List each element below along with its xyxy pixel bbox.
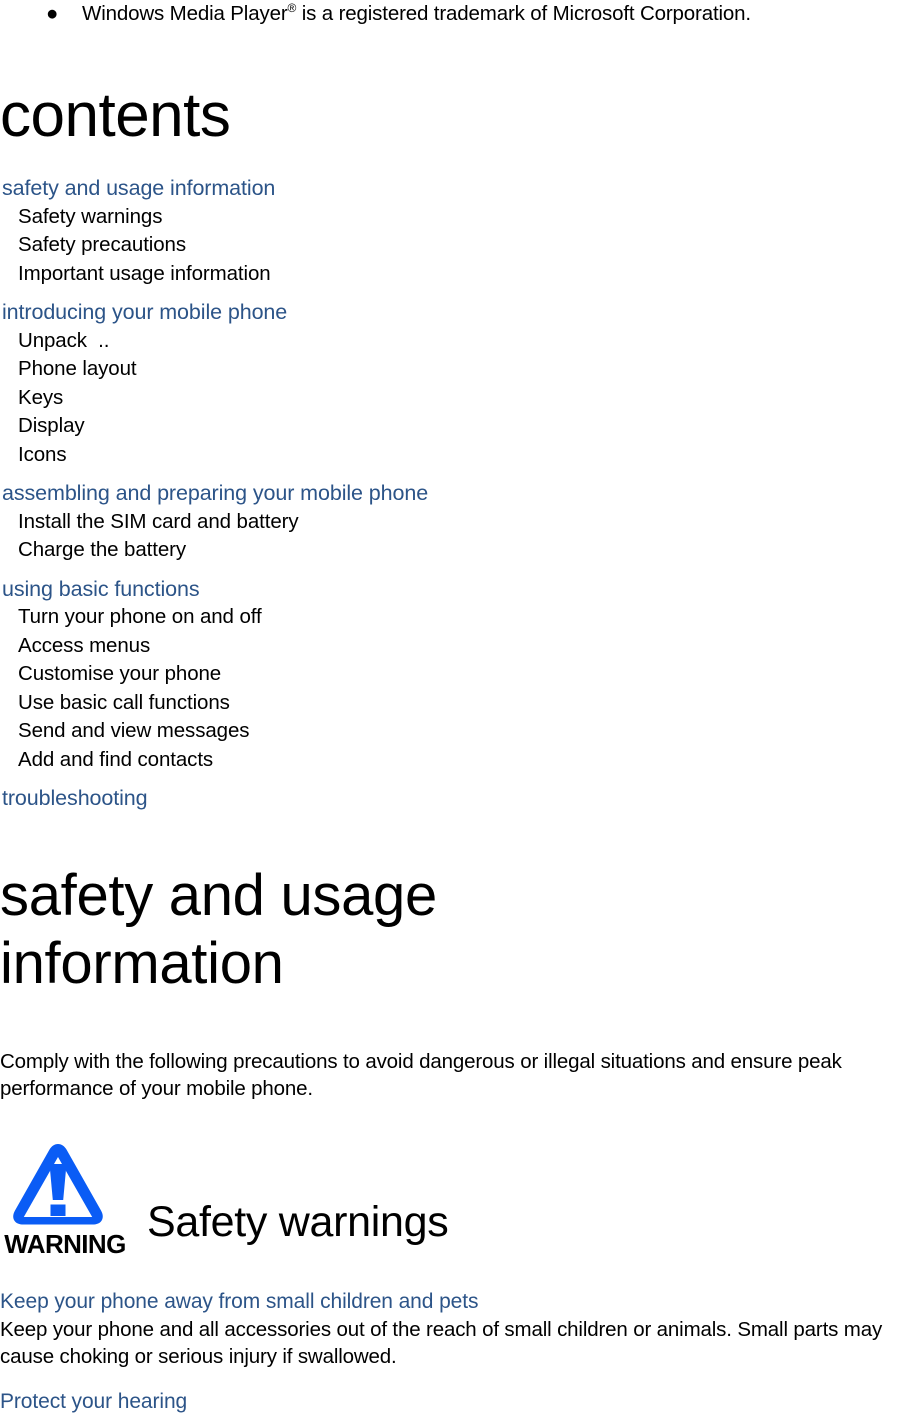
safety-paragraph: Keep your phone and all accessories out … — [0, 1318, 883, 1368]
toc-item-charge-the-battery[interactable]: Charge the battery — [0, 536, 912, 565]
safety-warnings-block: WARNING Safety warnings — [0, 1138, 700, 1268]
toc-heading-assembling-and-preparing-your-mobile-phone[interactable]: assembling and preparing your mobile pho… — [0, 479, 912, 508]
toc-heading-safety-and-usage-information[interactable]: safety and usage information — [0, 174, 912, 203]
toc-sublist: Safety warnings Safety precautions Impor… — [0, 203, 912, 289]
warning-badge: WARNING — [0, 1138, 130, 1262]
toc-item-add-and-find-contacts[interactable]: Add and find contacts — [0, 746, 912, 775]
toc-item-important-usage-information[interactable]: Important usage information — [0, 260, 912, 289]
toc-item-send-and-view-messages[interactable]: Send and view messages — [0, 717, 912, 746]
warning-label: WARNING — [4, 1229, 126, 1259]
toc-section: introducing your mobile phone Unpack .. … — [0, 298, 912, 469]
safety-section: Keep your phone away from small children… — [0, 1288, 912, 1370]
toc-sublist: Unpack .. Phone layout Keys Display Icon… — [0, 327, 912, 470]
table-of-contents: safety and usage information Safety warn… — [0, 174, 912, 813]
page-title-contents: contents — [0, 81, 231, 150]
toc-heading-troubleshooting[interactable]: troubleshooting — [0, 784, 912, 813]
toc-section: using basic functions Turn your phone on… — [0, 575, 912, 775]
list-item: ● Windows Media Player® is a registered t… — [0, 0, 912, 28]
toc-item-customise-your-phone[interactable]: Customise your phone — [0, 660, 912, 689]
trademark-text-after: is a registered trademark of Microsoft C… — [296, 2, 751, 25]
toc-item-safety-warnings[interactable]: Safety warnings — [0, 203, 912, 232]
toc-item-display[interactable]: Display — [0, 412, 912, 441]
warning-triangle-icon — [13, 1144, 103, 1225]
page-title-safety-and-usage-information: safety and usage information — [0, 863, 437, 996]
trademark-list: ● Windows Media Player® is a registered t… — [0, 0, 912, 28]
toc-item-safety-precautions[interactable]: Safety precautions — [0, 231, 912, 260]
section-heading-safety-warnings: Safety warnings — [147, 1198, 449, 1246]
safety-body: Keep your phone away from small children… — [0, 1288, 912, 1416]
toc-item-keys[interactable]: Keys — [0, 384, 912, 413]
toc-item-access-menus[interactable]: Access menus — [0, 632, 912, 661]
toc-item-install-the-sim-card-and-battery[interactable]: Install the SIM card and battery — [0, 508, 912, 537]
bullet-icon: ● — [46, 2, 59, 25]
toc-heading-introducing-your-mobile-phone[interactable]: introducing your mobile phone — [0, 298, 912, 327]
toc-heading-using-basic-functions[interactable]: using basic functions — [0, 575, 912, 604]
registered-trademark-icon: ® — [287, 1, 297, 16]
toc-item-phone-layout[interactable]: Phone layout — [0, 355, 912, 384]
toc-item-unpack[interactable]: Unpack .. — [0, 327, 912, 356]
toc-sublist: Install the SIM card and battery Charge … — [0, 508, 912, 565]
safety-section: Protect your hearing — [0, 1388, 912, 1416]
toc-section: troubleshooting — [0, 784, 912, 813]
chapter-intro-paragraph: Comply with the following precautions to… — [0, 1050, 842, 1100]
toc-item-icons[interactable]: Icons — [0, 441, 912, 470]
toc-item-use-basic-call-functions[interactable]: Use basic call functions — [0, 689, 912, 718]
document-page: ● Windows Media Player® is a registered t… — [0, 0, 912, 1423]
trademark-text-before: Windows Media Player — [82, 2, 288, 25]
toc-sublist: Turn your phone on and off Access menus … — [0, 603, 912, 774]
safety-sub-heading-protect-your-hearing: Protect your hearing — [0, 1390, 188, 1413]
toc-section: assembling and preparing your mobile pho… — [0, 479, 912, 565]
toc-section: safety and usage information Safety warn… — [0, 174, 912, 288]
toc-item-turn-your-phone-on-and-off[interactable]: Turn your phone on and off — [0, 603, 912, 632]
safety-sub-heading-keep-phone-away-from-children: Keep your phone away from small children… — [0, 1290, 479, 1313]
